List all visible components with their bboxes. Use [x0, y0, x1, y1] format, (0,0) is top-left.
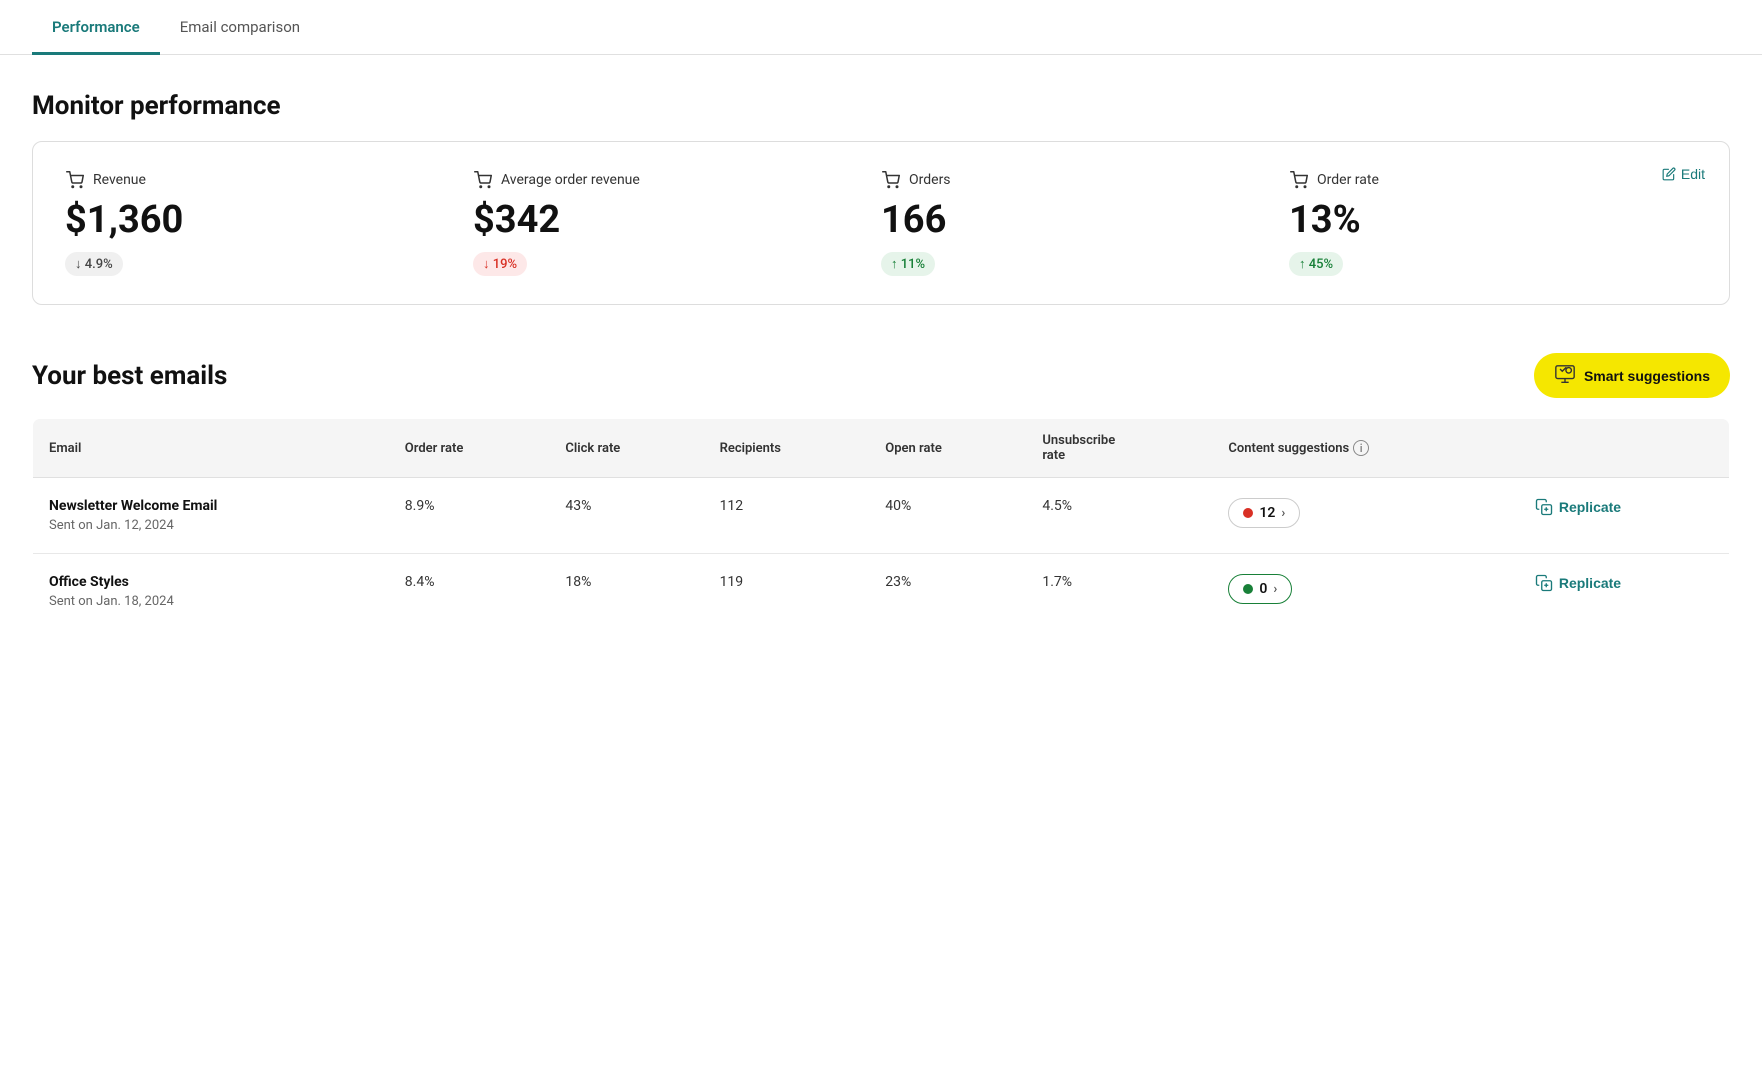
- order-rate-cell-1: 8.9%: [389, 478, 550, 554]
- email-cell-1: Newsletter Welcome Email Sent on Jan. 12…: [33, 478, 389, 554]
- order-rate-badge: ↑ 45%: [1289, 252, 1343, 276]
- replicate-cell-2: Replicate: [1519, 554, 1730, 630]
- chevron-right-icon-2: ›: [1273, 582, 1277, 597]
- edit-label: Edit: [1681, 166, 1705, 182]
- replicate-label-1: Replicate: [1559, 499, 1621, 515]
- click-rate-cell-2: 18%: [549, 554, 703, 630]
- content-suggestions-badge-1[interactable]: 12 ›: [1228, 498, 1300, 528]
- dot-icon-1: [1243, 508, 1253, 518]
- page-title: Monitor performance: [32, 91, 1730, 121]
- table-row: Office Styles Sent on Jan. 18, 2024 8.4%…: [33, 554, 1730, 630]
- metric-revenue: Revenue $1,360 ↓ 4.9%: [65, 170, 473, 276]
- smart-suggestions-label: Smart suggestions: [1584, 368, 1710, 384]
- orders-badge: ↑ 11%: [881, 252, 935, 276]
- order-rate-value: 13%: [1289, 198, 1665, 242]
- unsubscribe-rate-cell-2: 1.7%: [1026, 554, 1212, 630]
- cart-icon-avg: [473, 170, 493, 190]
- table-row: Newsletter Welcome Email Sent on Jan. 12…: [33, 478, 1730, 554]
- recipients-cell-1: 112: [704, 478, 870, 554]
- metric-order-rate: Order rate 13% ↑ 45%: [1289, 170, 1697, 276]
- best-emails-header: Your best emails Smart suggestions: [32, 353, 1730, 398]
- tab-performance[interactable]: Performance: [32, 0, 160, 55]
- email-date-2: Sent on Jan. 18, 2024: [49, 594, 373, 609]
- cart-icon-orders: [881, 170, 901, 190]
- content-suggestions-cell-1: 12 ›: [1212, 478, 1518, 554]
- content-suggestions-info-icon: i: [1353, 440, 1369, 456]
- orders-label: Orders: [909, 172, 951, 188]
- content-suggestions-badge-2[interactable]: 0 ›: [1228, 574, 1292, 604]
- metric-avg-order-revenue: Average order revenue $342 ↓ 19%: [473, 170, 881, 276]
- col-actions: [1519, 419, 1730, 478]
- replicate-button-1[interactable]: Replicate: [1535, 498, 1621, 516]
- open-rate-cell-1: 40%: [869, 478, 1026, 554]
- avg-order-revenue-label: Average order revenue: [501, 172, 640, 188]
- avg-order-revenue-value: $342: [473, 198, 849, 242]
- edit-button[interactable]: Edit: [1662, 166, 1705, 182]
- revenue-badge: ↓ 4.9%: [65, 252, 123, 276]
- tabs-bar: Performance Email comparison: [0, 0, 1762, 55]
- unsubscribe-rate-cell-1: 4.5%: [1026, 478, 1212, 554]
- avg-order-revenue-badge: ↓ 19%: [473, 252, 527, 276]
- metric-orders: Orders 166 ↑ 11%: [881, 170, 1289, 276]
- smart-suggestions-button[interactable]: Smart suggestions: [1534, 353, 1730, 398]
- dot-icon-2: [1243, 584, 1253, 594]
- email-date-1: Sent on Jan. 12, 2024: [49, 518, 373, 533]
- replicate-cell-1: Replicate: [1519, 478, 1730, 554]
- cart-icon-revenue: [65, 170, 85, 190]
- emails-table: Email Order rate Click rate Recipients O…: [32, 418, 1730, 630]
- cart-icon-order-rate: [1289, 170, 1309, 190]
- col-open-rate: Open rate: [869, 419, 1026, 478]
- col-email: Email: [33, 419, 389, 478]
- replicate-label-2: Replicate: [1559, 575, 1621, 591]
- orders-value: 166: [881, 198, 1257, 242]
- revenue-label: Revenue: [93, 172, 146, 188]
- suggestions-count-1: 12: [1259, 505, 1275, 521]
- best-emails-title: Your best emails: [32, 361, 227, 391]
- tab-email-comparison[interactable]: Email comparison: [160, 0, 320, 55]
- metrics-card: Revenue $1,360 ↓ 4.9% Average order reve…: [32, 141, 1730, 305]
- order-rate-cell-2: 8.4%: [389, 554, 550, 630]
- replicate-button-2[interactable]: Replicate: [1535, 574, 1621, 592]
- col-order-rate: Order rate: [389, 419, 550, 478]
- suggestions-count-2: 0: [1259, 581, 1267, 597]
- content-suggestions-cell-2: 0 ›: [1212, 554, 1518, 630]
- email-name-2: Office Styles: [49, 574, 373, 590]
- email-cell-2: Office Styles Sent on Jan. 18, 2024: [33, 554, 389, 630]
- table-header-row: Email Order rate Click rate Recipients O…: [33, 419, 1730, 478]
- order-rate-label: Order rate: [1317, 172, 1379, 188]
- email-name-1: Newsletter Welcome Email: [49, 498, 373, 514]
- col-recipients: Recipients: [704, 419, 870, 478]
- col-click-rate: Click rate: [549, 419, 703, 478]
- revenue-value: $1,360: [65, 198, 441, 242]
- smart-suggestions-icon: [1554, 363, 1576, 388]
- recipients-cell-2: 119: [704, 554, 870, 630]
- open-rate-cell-2: 23%: [869, 554, 1026, 630]
- click-rate-cell-1: 43%: [549, 478, 703, 554]
- col-unsubscribe-rate: Unsubscriberate: [1026, 419, 1212, 478]
- col-content-suggestions: Content suggestions i: [1212, 419, 1518, 478]
- chevron-right-icon-1: ›: [1281, 506, 1285, 521]
- main-content: Monitor performance Revenue $1,360 ↓ 4.9…: [0, 55, 1762, 666]
